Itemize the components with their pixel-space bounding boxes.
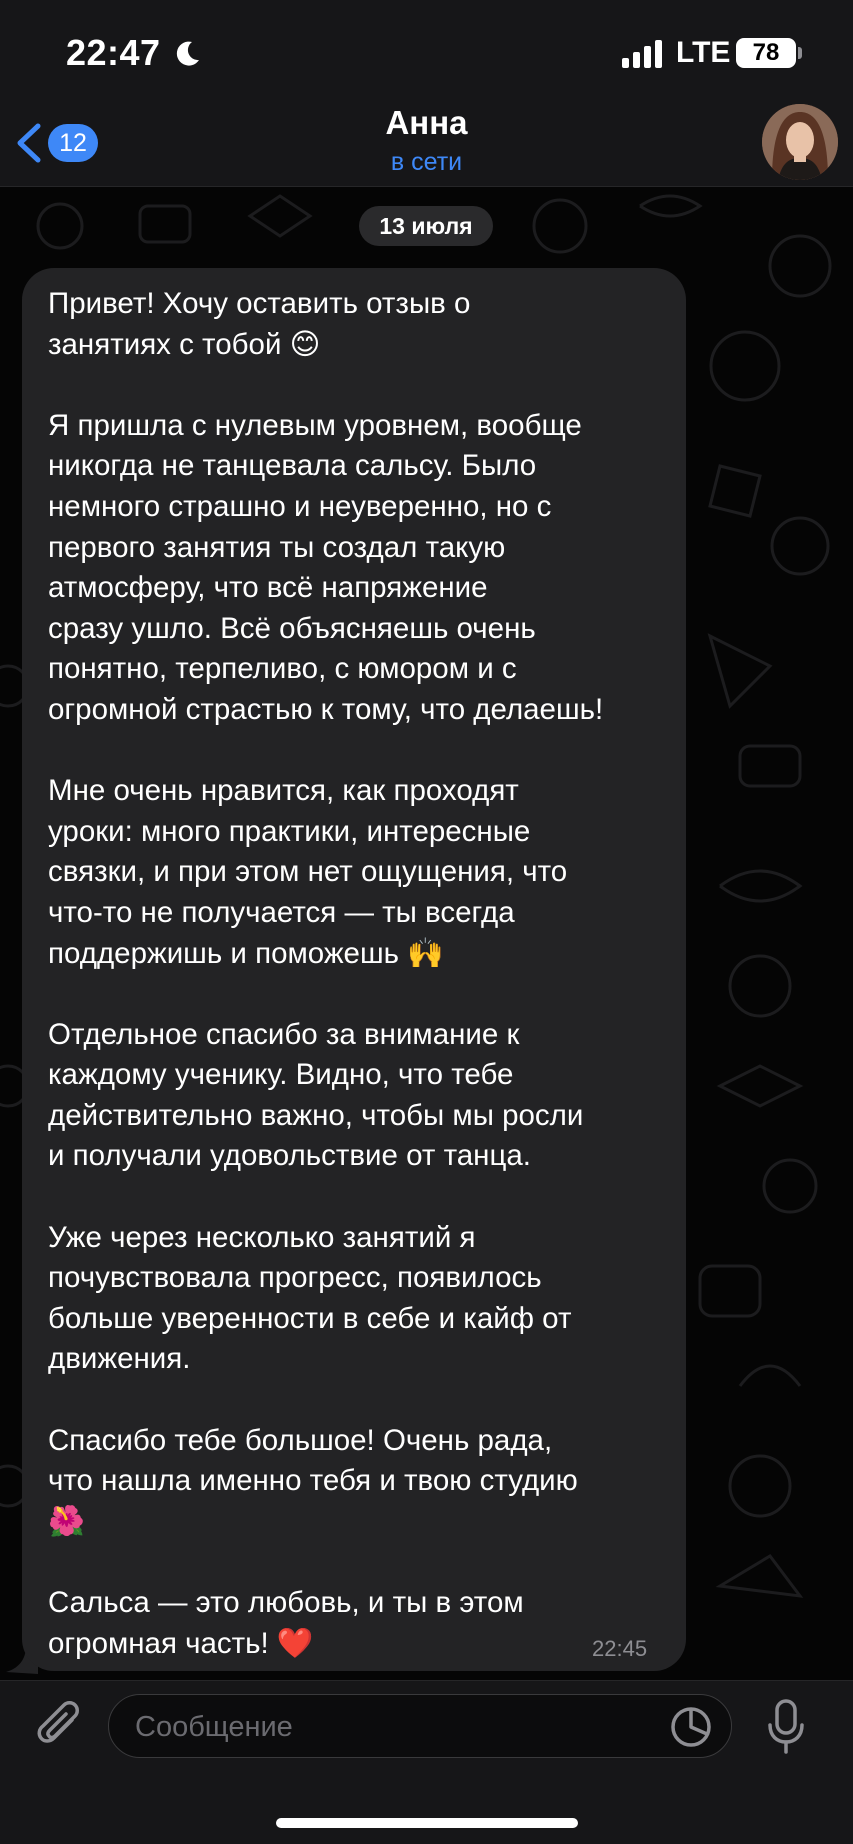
message-paragraph: Спасибо тебе большое! Очень рада, что на…	[48, 1423, 578, 1538]
message-paragraph: Уже через несколько занятий я почувствов…	[48, 1220, 572, 1376]
message-input-field[interactable]	[108, 1694, 732, 1758]
contact-name[interactable]: Анна	[0, 104, 853, 142]
message-paragraph: Сальса — это любовь, и ты в этом огромна…	[48, 1586, 524, 1660]
signal-icon	[622, 40, 662, 68]
chat-header: 22:47 LTE 78 12 Анна в сети	[0, 0, 853, 187]
message-paragraph: Привет! Хочу оставить отзыв о занятиях с…	[48, 287, 471, 361]
battery-indicator: 78	[736, 38, 796, 68]
network-label: LTE	[676, 36, 731, 69]
status-time: 22:47	[66, 32, 161, 73]
attach-icon[interactable]	[36, 1698, 84, 1754]
message-paragraph: Мне очень нравится, как проходят уроки: …	[48, 774, 568, 970]
message-timestamp: 22:45	[592, 1636, 648, 1661]
moon-icon	[176, 41, 199, 66]
battery-tip	[798, 47, 802, 59]
mic-icon[interactable]	[766, 1698, 806, 1756]
message-paragraph: Отдельное спасибо за внимание к каждому …	[48, 1017, 584, 1173]
avatar[interactable]	[762, 104, 838, 180]
sticker-icon[interactable]	[670, 1706, 712, 1748]
chat-screen: 22:47 LTE 78 12 Анна в сети 13 июля Прив…	[0, 0, 853, 1844]
avatar-image	[762, 104, 838, 180]
message-paragraph: Я пришла с нулевым уровнем, вообще никог…	[48, 408, 604, 726]
message-text: Привет! Хочу оставить отзыв о занятиях с…	[48, 284, 668, 1664]
date-separator: 13 июля	[359, 206, 493, 246]
message-input[interactable]	[133, 1703, 657, 1751]
home-indicator	[276, 1818, 578, 1828]
contact-status: в сети	[390, 148, 463, 176]
